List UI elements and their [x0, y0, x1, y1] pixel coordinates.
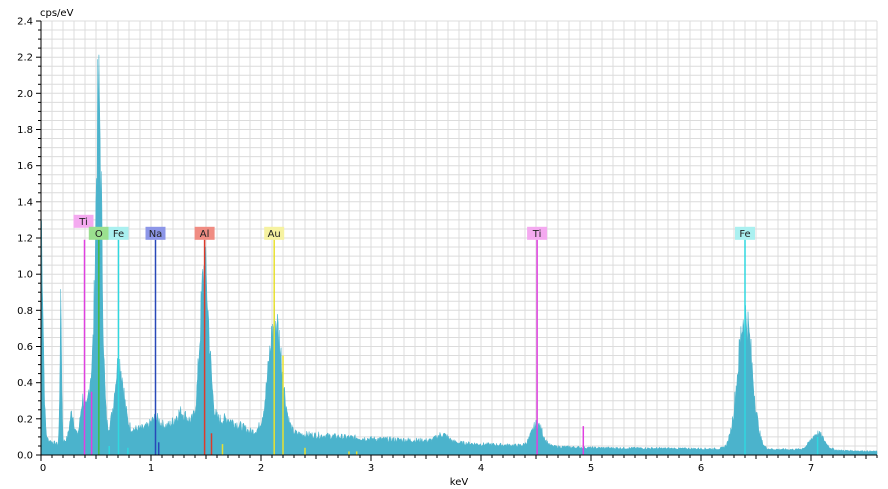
element-label: O	[95, 229, 103, 240]
x-tick-label: 0	[40, 463, 46, 474]
x-tick-label: 7	[808, 463, 814, 474]
x-tick-label: 1	[148, 463, 154, 474]
x-tick-label: 4	[478, 463, 484, 474]
y-tick-label: 1.2	[17, 234, 33, 245]
spectrum-chart: Ti O Fe Na Al Au Ti Fe 0.0 0.2 0.4 0.6 0.8 1.0 1.2 1.4…	[17, 8, 878, 488]
x-tick-label: 3	[368, 463, 374, 474]
element-label: Au	[268, 229, 281, 240]
y-tick-label: 0.2	[17, 414, 33, 425]
y-tick-label: 0.6	[17, 342, 33, 353]
y-tick-label: 1.6	[17, 161, 33, 172]
y-tick-label: 2.0	[17, 89, 33, 100]
y-tick-label: 1.8	[17, 125, 33, 136]
x-tick-label: 2	[258, 463, 264, 474]
element-label: Ti	[532, 229, 542, 240]
element-label: Al	[200, 229, 210, 240]
y-tick-label: 2.4	[17, 17, 33, 28]
y-tick-label: 0.0	[17, 451, 33, 462]
y-axis-title: cps/eV	[40, 8, 74, 19]
x-axis-title: keV	[450, 477, 469, 488]
y-tick-label: 0.8	[17, 306, 33, 317]
x-tick-label: 5	[588, 463, 594, 474]
y-tick-label: 0.4	[17, 378, 33, 389]
y-tick-label: 1.0	[17, 270, 33, 281]
element-label: Ti	[78, 217, 88, 228]
y-tick-label: 1.4	[17, 197, 33, 208]
element-label: Fe	[113, 229, 124, 240]
x-tick-label: 6	[698, 463, 704, 474]
element-label: Na	[149, 229, 163, 240]
element-label: Fe	[739, 229, 750, 240]
y-tick-label: 2.2	[17, 53, 33, 64]
